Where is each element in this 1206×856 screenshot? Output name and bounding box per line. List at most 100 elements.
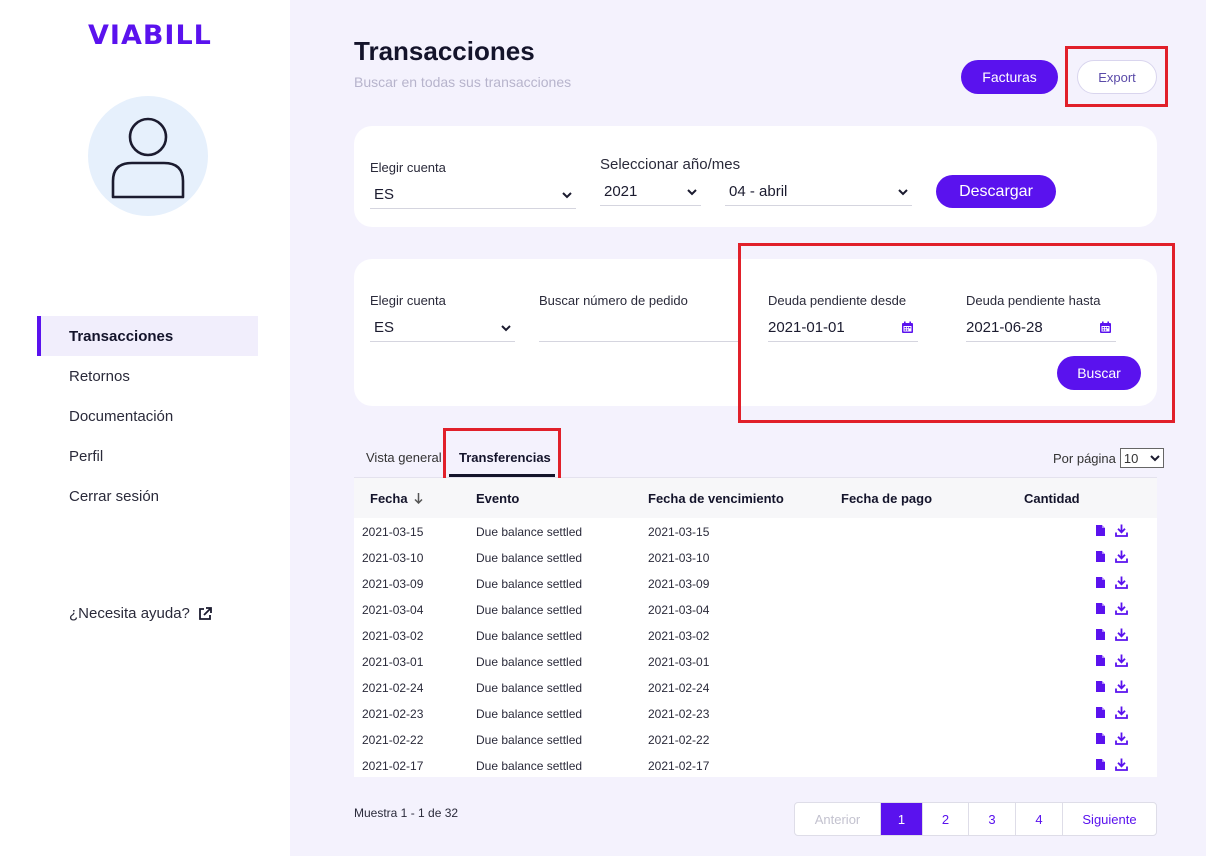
pagination-page-3[interactable]: 3 xyxy=(968,803,1015,835)
cell-fecha-vencimiento: 2021-03-09 xyxy=(648,577,710,591)
cell-evento: Due balance settled xyxy=(476,681,583,695)
sidebar-item-documentacion[interactable]: Documentación xyxy=(37,396,258,436)
cell-evento: Due balance settled xyxy=(476,525,583,539)
download-account-select[interactable]: ES xyxy=(370,181,576,209)
row-actions xyxy=(1096,654,1128,670)
download-icon[interactable] xyxy=(1115,732,1128,748)
search-account-select[interactable]: ES xyxy=(370,314,515,342)
facturas-button[interactable]: Facturas xyxy=(961,60,1058,94)
search-account-value: ES xyxy=(374,319,395,336)
pagination-next[interactable]: Siguiente xyxy=(1062,803,1156,835)
descargar-button[interactable]: Descargar xyxy=(936,175,1056,208)
document-icon[interactable] xyxy=(1096,759,1105,773)
order-number-input[interactable] xyxy=(539,314,738,342)
pagination-prev[interactable]: Anterior xyxy=(795,803,880,835)
year-value: 2021 xyxy=(604,183,638,200)
sidebar-item-retornos[interactable]: Retornos xyxy=(37,356,258,396)
cell-evento: Due balance settled xyxy=(476,577,583,591)
cell-fecha: 2021-02-23 xyxy=(362,707,424,721)
page-subtitle: Buscar en todas sus transacciones xyxy=(354,74,572,90)
column-header-evento: Evento xyxy=(476,491,520,506)
cell-fecha: 2021-03-09 xyxy=(362,577,424,591)
download-account-value: ES xyxy=(374,186,395,203)
download-icon[interactable] xyxy=(1115,524,1128,540)
document-icon[interactable] xyxy=(1096,525,1105,539)
calendar-icon[interactable] xyxy=(901,321,914,334)
sidebar: VIABILL Transacciones Retornos Documenta… xyxy=(0,0,290,856)
date-from-label: Deuda pendiente desde xyxy=(768,293,907,308)
pagination-page-4[interactable]: 4 xyxy=(1015,803,1062,835)
cell-fecha-vencimiento: 2021-02-22 xyxy=(648,733,710,747)
sidebar-nav: Transacciones Retornos Documentación Per… xyxy=(37,316,258,516)
sort-down-icon xyxy=(414,493,423,504)
download-icon[interactable] xyxy=(1115,576,1128,592)
cell-fecha-vencimiento: 2021-02-24 xyxy=(648,681,710,695)
cell-evento: Due balance settled xyxy=(476,551,583,565)
download-icon[interactable] xyxy=(1115,628,1128,644)
document-icon[interactable] xyxy=(1096,733,1105,747)
table-row: 2021-02-24 Due balance settled 2021-02-24 xyxy=(354,675,1157,701)
download-icon[interactable] xyxy=(1115,550,1128,566)
cell-evento: Due balance settled xyxy=(476,707,583,721)
document-icon[interactable] xyxy=(1096,655,1105,669)
cell-evento: Due balance settled xyxy=(476,603,583,617)
table-row: 2021-03-02 Due balance settled 2021-03-02 xyxy=(354,623,1157,649)
download-icon[interactable] xyxy=(1115,654,1128,670)
date-from-input[interactable]: 2021-01-01 xyxy=(768,314,918,342)
document-icon[interactable] xyxy=(1096,707,1105,721)
date-to-label: Deuda pendiente hasta xyxy=(966,293,1101,308)
month-select[interactable]: 04 - abril xyxy=(725,178,912,206)
document-icon[interactable] xyxy=(1096,629,1105,643)
pagination: Anterior 1 2 3 4 Siguiente xyxy=(794,802,1157,836)
cell-evento: Due balance settled xyxy=(476,759,583,773)
tab-transferencias[interactable]: Transferencias xyxy=(459,450,551,465)
export-button[interactable]: Export xyxy=(1077,60,1157,94)
year-select[interactable]: 2021 xyxy=(600,178,701,206)
document-icon[interactable] xyxy=(1096,551,1105,565)
document-icon[interactable] xyxy=(1096,603,1105,617)
sidebar-item-transacciones[interactable]: Transacciones xyxy=(37,316,258,356)
help-link[interactable]: ¿Necesita ayuda? xyxy=(69,605,212,622)
table-row: 2021-03-10 Due balance settled 2021-03-10 xyxy=(354,545,1157,571)
calendar-icon[interactable] xyxy=(1099,321,1112,334)
chevron-down-icon xyxy=(898,188,908,195)
pagination-page-1[interactable]: 1 xyxy=(880,803,922,835)
table-row: 2021-03-15 Due balance settled 2021-03-15 xyxy=(354,519,1157,545)
download-icon[interactable] xyxy=(1115,706,1128,722)
user-icon xyxy=(111,117,185,199)
document-icon[interactable] xyxy=(1096,681,1105,695)
download-account-label: Elegir cuenta xyxy=(370,160,446,175)
per-page-label: Por página xyxy=(1053,450,1116,466)
column-header-fecha-pago: Fecha de pago xyxy=(841,491,933,506)
cell-fecha: 2021-03-04 xyxy=(362,603,424,617)
buscar-button[interactable]: Buscar xyxy=(1057,356,1141,390)
date-to-input[interactable]: 2021-06-28 xyxy=(966,314,1116,342)
table-row: 2021-03-01 Due balance settled 2021-03-01 xyxy=(354,649,1157,675)
sidebar-item-cerrar-sesion[interactable]: Cerrar sesión xyxy=(37,476,258,516)
sidebar-item-perfil[interactable]: Perfil xyxy=(37,436,258,476)
download-icon[interactable] xyxy=(1115,680,1128,696)
cell-fecha: 2021-03-10 xyxy=(362,551,424,565)
date-from-value: 2021-01-01 xyxy=(768,319,845,336)
row-actions xyxy=(1096,706,1128,722)
column-header-fecha[interactable]: Fecha xyxy=(370,491,423,506)
cell-fecha-vencimiento: 2021-02-23 xyxy=(648,707,710,721)
chevron-down-icon xyxy=(501,324,511,331)
download-icon[interactable] xyxy=(1115,758,1128,774)
download-icon[interactable] xyxy=(1115,602,1128,618)
cell-fecha: 2021-02-24 xyxy=(362,681,424,695)
row-actions xyxy=(1096,602,1128,618)
month-value: 04 - abril xyxy=(729,183,788,200)
cell-fecha-vencimiento: 2021-03-02 xyxy=(648,629,710,643)
table-row: 2021-02-22 Due balance settled 2021-02-22 xyxy=(354,727,1157,753)
document-icon[interactable] xyxy=(1096,577,1105,591)
pagination-page-2[interactable]: 2 xyxy=(922,803,968,835)
table-row: 2021-03-09 Due balance settled 2021-03-09 xyxy=(354,571,1157,597)
viabill-logo[interactable]: VIABILL xyxy=(88,20,212,51)
page-title: Transacciones xyxy=(354,36,535,66)
avatar[interactable] xyxy=(88,96,208,216)
period-label: Seleccionar año/mes xyxy=(600,156,741,173)
per-page-select[interactable]: 10 xyxy=(1119,448,1164,468)
tab-vista-general[interactable]: Vista general xyxy=(366,450,442,465)
row-actions xyxy=(1096,758,1128,774)
